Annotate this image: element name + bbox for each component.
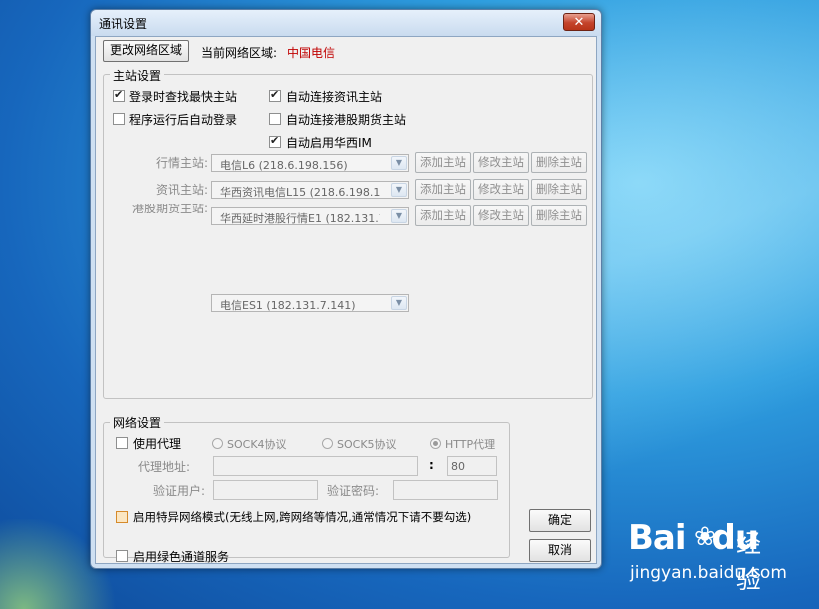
radio-dot-icon bbox=[433, 441, 438, 446]
delete-station-button[interactable]: 删除主站 bbox=[531, 179, 587, 200]
title-bar[interactable]: 通讯设置 ✕ bbox=[91, 10, 601, 36]
baidu-jingyan-text: 经验 bbox=[736, 529, 762, 594]
port-input[interactable]: 80 bbox=[447, 456, 497, 476]
auto-info-station-label: 自动连接资讯主站 bbox=[286, 90, 383, 104]
check-icon: ✔ bbox=[114, 88, 124, 101]
ok-button[interactable]: 确定 bbox=[529, 509, 591, 532]
add-station-button[interactable]: 添加主站 bbox=[415, 205, 471, 226]
quote-station-label: 行情主站: bbox=[156, 156, 209, 170]
auto-info-station-checkbox[interactable]: ✔ bbox=[269, 88, 281, 102]
auto-im-label: 自动启用华西IM bbox=[286, 136, 372, 150]
auto-im-checkbox[interactable]: ✔ bbox=[269, 134, 281, 148]
edit-station-button[interactable]: 修改主站 bbox=[473, 205, 529, 226]
baidu-logo-text: Bai bbox=[628, 518, 687, 558]
auto-login-checkbox[interactable] bbox=[113, 113, 125, 125]
use-proxy-checkbox[interactable] bbox=[116, 437, 128, 449]
sock5-label: SOCK5协议 bbox=[337, 438, 397, 451]
current-region-label: 当前网络区域: bbox=[201, 46, 278, 60]
edit-station-button[interactable]: 修改主站 bbox=[473, 152, 529, 173]
auto-hk-futures-checkbox[interactable] bbox=[269, 113, 281, 125]
sock4-label: SOCK4协议 bbox=[227, 438, 287, 451]
proxy-address-input[interactable] bbox=[213, 456, 418, 476]
use-proxy-label: 使用代理 bbox=[133, 437, 182, 451]
port-separator: : bbox=[429, 458, 434, 472]
proxy-address-label: 代理地址: bbox=[138, 460, 191, 474]
hk-futures-station-label: 港股期货主站: bbox=[131, 204, 208, 213]
quote-station-value: 电信L6 (218.6.198.156) bbox=[220, 159, 348, 172]
add-station-button[interactable]: 添加主站 bbox=[415, 152, 471, 173]
info-station-value: 华西资讯电信L15 (218.6.198.19 bbox=[220, 186, 380, 199]
chevron-down-icon: ▼ bbox=[391, 296, 407, 310]
auto-hk-futures-label: 自动连接港股期货主站 bbox=[286, 113, 407, 127]
auto-login-label: 程序运行后自动登录 bbox=[129, 113, 238, 127]
cancel-button[interactable]: 取消 bbox=[529, 539, 591, 562]
hk-futures-station-select[interactable]: 华西延时港股行情E1 (182.131.7 ▼ bbox=[211, 207, 409, 225]
hk-futures-station-value: 华西延时港股行情E1 (182.131.7 bbox=[220, 212, 380, 225]
window-title: 通讯设置 bbox=[99, 17, 148, 31]
check-icon: ✔ bbox=[270, 88, 280, 101]
auth-password-label: 验证密码: bbox=[327, 484, 380, 498]
fastest-station-label: 登录时查找最快主站 bbox=[129, 90, 238, 104]
comm-settings-dialog: 通讯设置 ✕ 更改网络区域 当前网络区域: 中国电信 主站设置 ✔ 登录时查找最… bbox=[90, 9, 602, 569]
http-proxy-radio[interactable] bbox=[430, 438, 441, 449]
baidu-url: jingyan.baidu.com bbox=[630, 563, 787, 583]
paw-icon: ❀ bbox=[694, 522, 716, 552]
hk-futures-station-label-clip: 港股期货主站: bbox=[116, 204, 210, 213]
close-button[interactable]: ✕ bbox=[563, 13, 595, 31]
current-region-value: 中国电信 bbox=[287, 46, 336, 60]
chevron-down-icon: ▼ bbox=[391, 156, 407, 170]
green-channel-checkbox[interactable] bbox=[116, 550, 128, 562]
quote-station-select[interactable]: 电信L6 (218.6.198.156) ▼ bbox=[211, 154, 409, 172]
auth-password-input[interactable] bbox=[393, 480, 498, 500]
sock4-radio[interactable] bbox=[212, 438, 223, 449]
delete-station-button[interactable]: 删除主站 bbox=[531, 205, 587, 226]
auth-user-label: 验证用户: bbox=[153, 484, 206, 498]
green-channel-label: 启用绿色通道服务 bbox=[133, 550, 230, 564]
info-station-select[interactable]: 华西资讯电信L15 (218.6.198.19 ▼ bbox=[211, 181, 409, 199]
special-network-label: 启用特异网络模式(无线上网,跨网络等情况,通常情况下请不要勾选) bbox=[133, 510, 472, 524]
auth-user-input[interactable] bbox=[213, 480, 318, 500]
chevron-down-icon: ▼ bbox=[391, 183, 407, 197]
chevron-down-icon: ▼ bbox=[391, 209, 407, 223]
add-station-button[interactable]: 添加主站 bbox=[415, 179, 471, 200]
extra-station-value: 电信ES1 (182.131.7.141) bbox=[220, 299, 356, 312]
main-station-legend: 主站设置 bbox=[110, 67, 165, 84]
http-proxy-label: HTTP代理 bbox=[445, 438, 496, 451]
fastest-station-checkbox[interactable]: ✔ bbox=[113, 88, 125, 102]
dialog-client: 更改网络区域 当前网络区域: 中国电信 主站设置 ✔ 登录时查找最快主站 ✔ 自… bbox=[95, 36, 597, 564]
port-value: 80 bbox=[451, 460, 465, 473]
info-station-label: 资讯主站: bbox=[156, 183, 209, 197]
sock5-radio[interactable] bbox=[322, 438, 333, 449]
check-icon: ✔ bbox=[270, 134, 280, 147]
edit-station-button[interactable]: 修改主站 bbox=[473, 179, 529, 200]
extra-station-select[interactable]: 电信ES1 (182.131.7.141) ▼ bbox=[211, 294, 409, 312]
network-legend: 网络设置 bbox=[110, 414, 165, 431]
change-region-button[interactable]: 更改网络区域 bbox=[103, 40, 189, 62]
special-network-checkbox[interactable] bbox=[116, 511, 128, 523]
delete-station-button[interactable]: 删除主站 bbox=[531, 152, 587, 173]
